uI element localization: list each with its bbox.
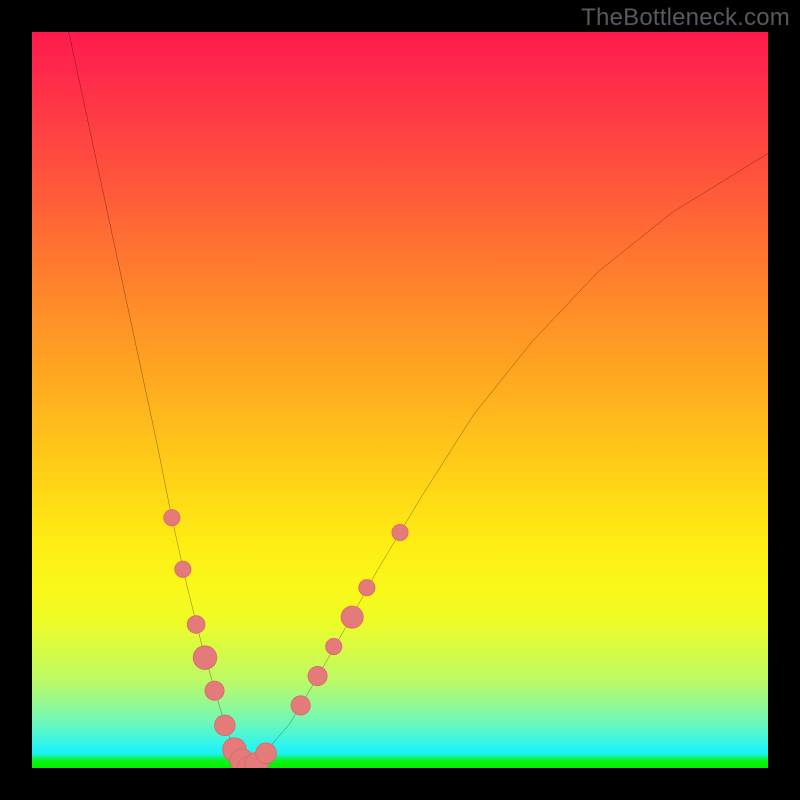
chart-frame: TheBottleneck.com bbox=[0, 0, 800, 800]
curve-marker bbox=[326, 638, 342, 654]
curve-marker bbox=[164, 510, 180, 526]
curve-marker bbox=[359, 580, 375, 596]
chart-svg-layer bbox=[32, 32, 768, 768]
curve-marker bbox=[291, 696, 310, 715]
curve-marker bbox=[308, 666, 327, 685]
curve-marker bbox=[392, 524, 408, 540]
curve-marker bbox=[215, 715, 236, 736]
curve-marker bbox=[205, 681, 224, 700]
watermark-text: TheBottleneck.com bbox=[581, 4, 790, 32]
curve-marker bbox=[256, 743, 277, 764]
curve-marker bbox=[187, 616, 205, 634]
curve-marker bbox=[193, 646, 217, 670]
curve-marker bbox=[175, 561, 191, 577]
bottleneck-curve bbox=[69, 32, 768, 768]
curve-marker bbox=[341, 606, 363, 628]
